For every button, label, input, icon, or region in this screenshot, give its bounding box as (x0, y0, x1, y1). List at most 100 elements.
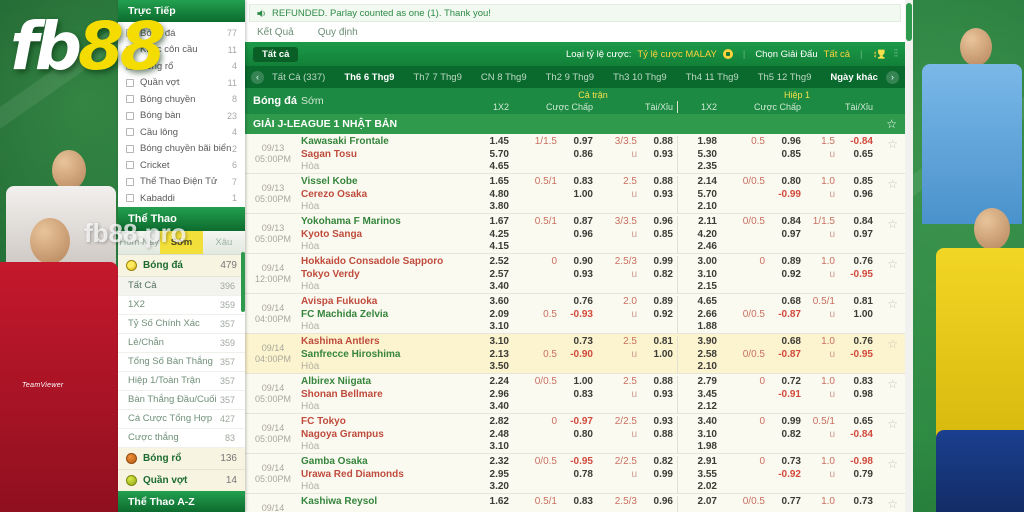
odds-1x2[interactable]: 2.82 (469, 416, 513, 429)
odds-h1-1x2[interactable]: 2.58 (677, 349, 721, 362)
away-team-name[interactable]: Tokyo Verdy (301, 269, 469, 282)
results-link[interactable]: Kết Quả (257, 27, 294, 38)
sidebar-tab-Xâu[interactable]: Xâu (203, 231, 245, 254)
sidebar-sport-item[interactable]: Thể Thao Điện Tử 7 (118, 174, 245, 191)
odds-handicap[interactable]: 0.86 (561, 149, 597, 162)
checkbox-icon[interactable] (126, 178, 134, 186)
sidebar-filter-item[interactable]: Bàn Thắng Đầu/Cuối 357 (118, 391, 245, 410)
odds-h1-over-under[interactable]: 0.76 (839, 336, 877, 349)
odds-draw-h1-1x2[interactable]: 2.46 (677, 241, 721, 254)
odds-h1-1x2[interactable]: 2.14 (677, 176, 721, 189)
date-tab[interactable]: Th4 11 Thg9 (686, 72, 739, 83)
odds-1x2[interactable]: 3.60 (469, 296, 513, 309)
home-team-name[interactable]: Kashiwa Reysol (301, 496, 469, 509)
favorite-star-icon[interactable]: ☆ (887, 257, 898, 271)
odds-h1-over-under[interactable]: 0.84 (839, 216, 877, 229)
checkbox-icon[interactable] (126, 194, 134, 202)
odds-h1-handicap[interactable]: 0.84 (769, 216, 805, 229)
odds-h1-1x2[interactable]: 3.55 (677, 469, 721, 482)
date-tab[interactable]: Th2 9 Thg9 (546, 72, 594, 83)
odds-handicap[interactable]: -0.95 (561, 456, 597, 469)
sidebar-filter-item[interactable]: Hiệp 1/Toàn Trận 357 (118, 372, 245, 391)
odds-h1-handicap[interactable]: -0.92 (769, 469, 805, 482)
odds-type-coin-icon[interactable] (723, 49, 733, 59)
odds-over-under[interactable]: 0.99 (641, 256, 677, 269)
odds-h1-1x2[interactable]: 3.45 (677, 389, 721, 402)
odds-draw-h1-1x2[interactable]: 2.35 (677, 161, 721, 174)
dates-scroll-left-icon[interactable]: ‹ (251, 71, 264, 84)
sidebar-item-basketball[interactable]: Bóng rổ 136 (118, 448, 245, 470)
date-tab[interactable]: Tất Cả (337) (272, 72, 325, 83)
league-star-icon[interactable]: ☆ (886, 117, 897, 131)
odds-h1-1x2[interactable]: 3.90 (677, 336, 721, 349)
odds-h1-over-under[interactable]: 0.65 (839, 416, 877, 429)
odds-over-under[interactable]: 0.92 (641, 309, 677, 322)
odds-over-under[interactable] (641, 509, 677, 512)
away-team-name[interactable]: Shonan Bellmare (301, 389, 469, 402)
odds-h1-1x2[interactable]: 5.70 (677, 189, 721, 202)
odds-over-under[interactable]: 1.00 (641, 349, 677, 362)
away-team-name[interactable]: Urawa Red Diamonds (301, 469, 469, 482)
odds-draw-1x2[interactable]: 3.40 (469, 281, 513, 294)
favorite-star-icon[interactable]: ☆ (887, 497, 898, 511)
odds-handicap[interactable]: -0.97 (561, 416, 597, 429)
favorite-star-icon[interactable]: ☆ (887, 297, 898, 311)
odds-1x2[interactable]: 4.25 (469, 229, 513, 242)
home-team-name[interactable]: Vissel Kobe (301, 176, 469, 189)
odds-draw-h1-1x2[interactable]: 2.10 (677, 201, 721, 214)
odds-h1-over-under[interactable]: 0.97 (839, 229, 877, 242)
odds-1x2[interactable]: 5.70 (469, 149, 513, 162)
away-team-name[interactable]: Sanfrecce Hiroshima (301, 349, 469, 362)
odds-over-under[interactable]: 0.93 (641, 416, 677, 429)
odds-h1-handicap[interactable]: 0.73 (769, 456, 805, 469)
odds-over-under[interactable]: 0.96 (641, 496, 677, 509)
odds-1x2[interactable]: 1.45 (469, 136, 513, 149)
odds-type-value[interactable]: Tỷ lệ cược MALAY (637, 49, 716, 60)
odds-handicap[interactable]: 0.83 (561, 176, 597, 189)
home-team-name[interactable]: Kashima Antlers (301, 336, 469, 349)
odds-handicap[interactable]: 0.83 (561, 496, 597, 509)
date-tab[interactable]: Ngày khác (830, 72, 878, 83)
odds-h1-handicap[interactable]: 0.97 (769, 229, 805, 242)
rules-link[interactable]: Quy định (318, 27, 358, 38)
date-tab[interactable]: Th7 7 Thg9 (413, 72, 461, 83)
odds-handicap[interactable]: 0.73 (561, 336, 597, 349)
odds-over-under[interactable]: 0.93 (641, 189, 677, 202)
odds-over-under[interactable]: 0.96 (641, 216, 677, 229)
favorite-star-icon[interactable]: ☆ (887, 457, 898, 471)
choose-league-value[interactable]: Tất cả (824, 49, 850, 60)
league-header[interactable]: GIẢI J-LEAGUE 1 NHẬT BẢN ☆ (245, 114, 905, 134)
sidebar-sport-item[interactable]: Bóng bàn 23 (118, 108, 245, 125)
odds-over-under[interactable]: 0.85 (641, 229, 677, 242)
sidebar-filter-item[interactable]: Tỷ Số Chính Xác 357 (118, 315, 245, 334)
odds-handicap[interactable]: 0.80 (561, 429, 597, 442)
odds-over-under[interactable]: 0.99 (641, 469, 677, 482)
favorite-star-icon[interactable]: ☆ (887, 417, 898, 431)
odds-h1-over-under[interactable]: 1.00 (839, 309, 877, 322)
odds-h1-1x2[interactable]: 4.65 (677, 296, 721, 309)
sidebar-filter-item[interactable]: 1X2 359 (118, 296, 245, 315)
odds-1x2[interactable]: 4.80 (469, 189, 513, 202)
odds-h1-1x2[interactable]: 2.91 (677, 456, 721, 469)
sidebar-filter-item[interactable]: Lẻ/Chẵn 359 (118, 334, 245, 353)
odds-over-under[interactable]: 0.88 (641, 429, 677, 442)
odds-h1-1x2[interactable]: 2.07 (677, 496, 721, 509)
odds-handicap[interactable]: 0.93 (561, 269, 597, 282)
odds-over-under[interactable]: 0.89 (641, 296, 677, 309)
checkbox-icon[interactable] (126, 145, 134, 153)
odds-h1-handicap[interactable]: 0.99 (769, 416, 805, 429)
settings-icon[interactable]: ⫶⫶ (894, 48, 898, 61)
favorite-star-icon[interactable]: ☆ (887, 177, 898, 191)
sidebar-filter-item[interactable]: Tổng Số Bàn Thắng 357 (118, 353, 245, 372)
odds-h1-handicap[interactable]: 0.77 (769, 496, 805, 509)
odds-h1-handicap[interactable]: 0.72 (769, 376, 805, 389)
odds-draw-h1-1x2[interactable]: 1.88 (677, 321, 721, 334)
home-team-name[interactable]: Yokohama F Marinos (301, 216, 469, 229)
odds-h1-handicap[interactable]: 0.68 (769, 296, 805, 309)
odds-h1-1x2[interactable]: 2.79 (677, 376, 721, 389)
sidebar-item-tennis[interactable]: Quần vợt 14 (118, 470, 245, 492)
odds-draw-h1-1x2[interactable]: 2.02 (677, 481, 721, 494)
away-team-name[interactable]: Cerezo Osaka (301, 189, 469, 202)
sidebar-filter-item[interactable]: Tất Cả 396 (118, 277, 245, 296)
odds-handicap[interactable]: 0.83 (561, 389, 597, 402)
